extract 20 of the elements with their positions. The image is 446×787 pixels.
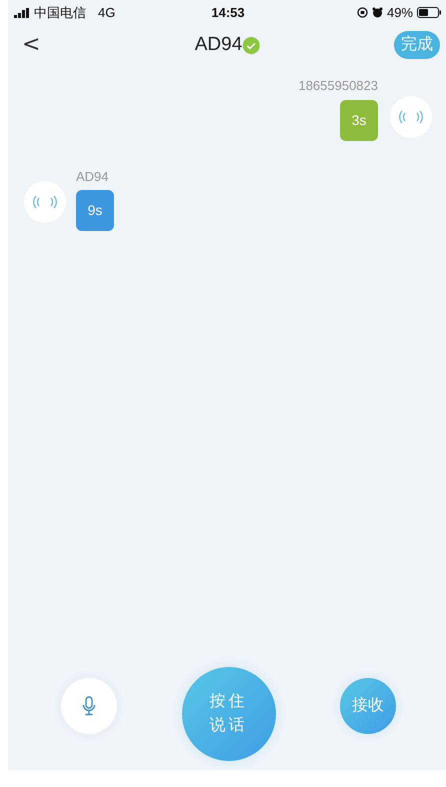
back-button[interactable]: <: [22, 34, 40, 56]
signal-icon: [14, 8, 30, 18]
sender-name: 18655950823: [298, 77, 378, 95]
carrier-name: 中国电信: [34, 4, 86, 22]
hold-to-talk-button[interactable]: 按住说话: [182, 667, 276, 761]
avatar-icon: [24, 180, 66, 222]
sender-name: AD94: [76, 168, 109, 186]
alarm-clock-icon: [372, 7, 383, 18]
battery-percent: 49%: [386, 4, 413, 22]
voice-message-bubble[interactable]: 3s: [340, 100, 378, 140]
network-type: 4G: [98, 4, 116, 22]
microphone-icon: [82, 696, 96, 716]
voice-message-bubble[interactable]: 9s: [76, 190, 114, 231]
done-button[interactable]: 完成: [394, 31, 440, 59]
receive-button[interactable]: 接收: [340, 678, 396, 734]
clock-time: 14:53: [211, 4, 245, 22]
chat-title: AD94: [194, 32, 242, 57]
rotation-lock-icon: [356, 7, 368, 18]
avatar-icon: [390, 96, 432, 138]
battery-icon: [417, 7, 442, 18]
